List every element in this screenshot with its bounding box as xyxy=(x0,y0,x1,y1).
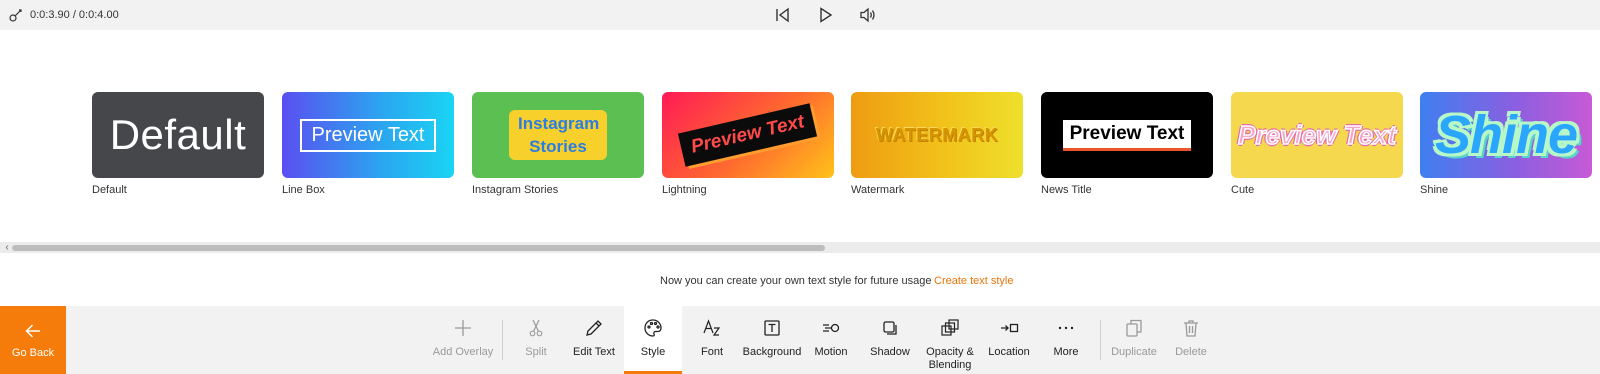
delete-button[interactable]: Delete xyxy=(1162,306,1220,374)
scrub-icon[interactable] xyxy=(8,7,24,23)
toolbar-divider xyxy=(1100,320,1101,360)
style-thumbnail: Default xyxy=(92,92,264,178)
play-button[interactable] xyxy=(812,3,838,27)
shadow-button[interactable]: Shadow xyxy=(861,306,919,374)
motion-icon xyxy=(823,323,840,333)
tool-label: Edit Text xyxy=(573,346,615,358)
style-label: Cute xyxy=(1231,184,1255,196)
create-text-style-link[interactable]: Create text style xyxy=(934,275,1013,287)
style-label: News Title xyxy=(1041,184,1092,196)
bottom-toolbar: Go Back Add Overlay Split Edit Text Styl… xyxy=(0,306,1600,374)
scroll-left-icon[interactable]: ‹ xyxy=(2,242,12,253)
tool-label: Background xyxy=(742,346,802,358)
style-card-instagram-stories[interactable]: Instagram Stories Instagram Stories xyxy=(472,92,644,196)
playback-bar: 0:0:3.90 / 0:0:4.00 xyxy=(0,0,1600,30)
go-back-button[interactable]: Go Back xyxy=(0,306,66,374)
scissors-icon xyxy=(529,319,543,337)
time-display: 0:0:3.90 / 0:0:4.00 xyxy=(8,5,119,25)
style-card-cute[interactable]: Preview Text Cute xyxy=(1231,92,1403,196)
location-icon xyxy=(1001,323,1019,333)
style-card-shine[interactable]: Shine Shine xyxy=(1420,92,1592,196)
style-preview-text: Instagram Stories xyxy=(509,110,607,160)
info-text: Now you can create your own text style f… xyxy=(660,275,932,287)
style-preview-text: Preview Text xyxy=(1062,119,1192,151)
style-card-lightning[interactable]: Preview Text Lightning xyxy=(662,92,834,196)
style-card-default[interactable]: Default Default xyxy=(92,92,264,196)
style-thumbnail: Preview Text xyxy=(1231,92,1403,178)
style-thumbnail: Shine xyxy=(1420,92,1592,178)
style-preview-text: Preview Text xyxy=(678,103,818,167)
tool-label: Delete xyxy=(1175,346,1207,358)
tool-label: Opacity & Blending xyxy=(924,346,976,372)
style-card-watermark[interactable]: WATERMARK Watermark xyxy=(851,92,1023,196)
text-style-gallery: Default Default Preview Text Line Box In… xyxy=(0,30,1600,242)
text-box-icon xyxy=(764,320,780,336)
duplicate-icon xyxy=(1126,319,1142,337)
more-button[interactable]: More xyxy=(1037,306,1095,374)
time-text: 0:0:3.90 / 0:0:4.00 xyxy=(30,9,119,21)
go-back-label: Go Back xyxy=(11,347,55,359)
style-thumbnail: Preview Text xyxy=(282,92,454,178)
style-preview-text: Preview Text xyxy=(300,118,436,152)
volume-icon xyxy=(860,7,875,23)
style-thumbnail: WATERMARK xyxy=(851,92,1023,178)
style-tab-button[interactable]: Style xyxy=(624,306,682,374)
add-overlay-button[interactable]: Add Overlay xyxy=(433,306,493,374)
style-thumbnail: Instagram Stories xyxy=(472,92,644,178)
style-preview-text: Shine xyxy=(1434,105,1578,165)
tool-label: Style xyxy=(640,346,666,358)
tool-label: Motion xyxy=(814,346,848,358)
style-preview-text: Default xyxy=(109,111,247,158)
shadow-icon xyxy=(883,321,897,335)
style-card-news-title[interactable]: Preview Text News Title xyxy=(1041,92,1213,196)
opacity-blending-button[interactable]: Opacity & Blending xyxy=(918,306,982,374)
volume-button[interactable] xyxy=(855,3,881,27)
tool-label: Split xyxy=(525,346,547,358)
tool-label: Location xyxy=(988,346,1030,358)
play-icon xyxy=(820,7,833,23)
tool-label: More xyxy=(1053,346,1079,358)
font-button[interactable]: Font xyxy=(683,306,741,374)
opacity-icon xyxy=(941,319,959,336)
pencil-icon xyxy=(586,320,602,336)
tool-label: Font xyxy=(700,346,723,358)
tool-label: Shadow xyxy=(870,346,910,358)
location-button[interactable]: Location xyxy=(978,306,1040,374)
tool-label-text: Opacity & Blending xyxy=(926,346,974,371)
style-thumbnail: Preview Text xyxy=(1041,92,1213,178)
background-button[interactable]: Background xyxy=(741,306,803,374)
tool-label: Add Overlay xyxy=(432,346,494,358)
style-label: Lightning xyxy=(662,184,707,196)
trash-icon xyxy=(1184,320,1198,337)
style-preview-text: WATERMARK xyxy=(875,124,999,145)
style-preview-text: Preview Text xyxy=(1237,119,1397,151)
style-label: Shine xyxy=(1420,184,1449,196)
toolbar-divider xyxy=(502,320,503,360)
arrow-left-icon xyxy=(25,324,40,338)
gallery-scrollbar[interactable]: ‹ xyxy=(0,242,1600,253)
style-label: Line Box xyxy=(282,184,325,196)
skip-to-start-button[interactable] xyxy=(769,3,795,27)
edit-text-button[interactable]: Edit Text xyxy=(565,306,623,374)
style-label: Default xyxy=(92,184,127,196)
motion-button[interactable]: Motion xyxy=(802,306,860,374)
font-icon xyxy=(703,319,721,336)
tool-label: Duplicate xyxy=(1111,346,1157,358)
custom-style-info: Now you can create your own text style f… xyxy=(0,272,1600,292)
style-card-line-box[interactable]: Preview Text Line Box xyxy=(282,92,454,196)
skip-to-start-icon xyxy=(776,7,789,23)
plus-icon xyxy=(455,320,471,336)
style-thumbnail: Preview Text xyxy=(662,92,834,178)
split-button[interactable]: Split xyxy=(507,306,565,374)
more-icon xyxy=(1058,326,1074,330)
duplicate-button[interactable]: Duplicate xyxy=(1103,306,1165,374)
style-label: Watermark xyxy=(851,184,905,196)
scrollbar-thumb[interactable] xyxy=(12,245,825,251)
palette-icon xyxy=(644,319,662,337)
style-label: Instagram Stories xyxy=(472,184,559,196)
